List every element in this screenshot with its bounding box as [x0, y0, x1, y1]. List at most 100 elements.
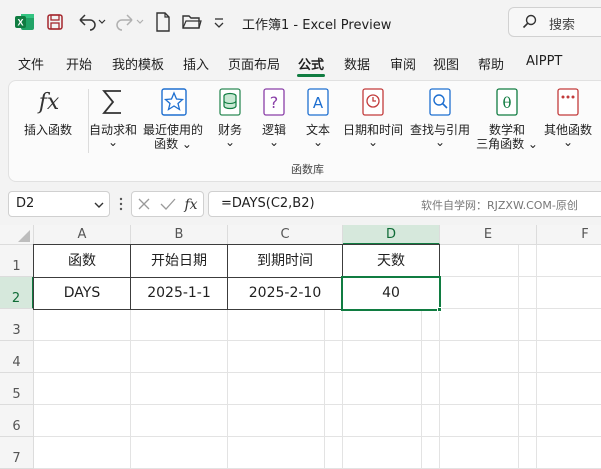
- row-header-5[interactable]: 5: [0, 373, 34, 405]
- cell-a2[interactable]: DAYS: [33, 277, 131, 310]
- column-header-a[interactable]: A: [34, 225, 131, 245]
- active-cell-selection: [341, 276, 441, 311]
- lookup-reference-dropdown: ⌄: [434, 135, 446, 149]
- row-header-1[interactable]: 1: [0, 245, 34, 277]
- tab-page-layout[interactable]: 页面布局: [228, 54, 280, 73]
- row-header-7[interactable]: 7: [0, 437, 34, 469]
- tab-help[interactable]: 帮助: [478, 54, 504, 73]
- svg-text:A: A: [313, 94, 324, 112]
- excel-window: X 工作簿1 - Excel Preview 搜索 文件 开始 我的模板 插入 …: [0, 0, 601, 469]
- cancel-icon[interactable]: [137, 197, 151, 211]
- autosum-button[interactable]: 自动求和 ⌄: [87, 81, 139, 153]
- excel-logo-icon: X: [15, 13, 35, 31]
- select-all-corner[interactable]: [0, 225, 34, 245]
- svg-text:?: ?: [270, 93, 279, 112]
- formula-buttons: fx: [131, 191, 204, 217]
- grid-line-e-f: [536, 245, 537, 469]
- chevron-down-icon[interactable]: [93, 200, 105, 210]
- insert-function-label: 插入函数: [23, 123, 72, 137]
- fx-icon: fx: [37, 90, 60, 115]
- formula-text: =DAYS(C2,B2): [221, 196, 315, 211]
- recently-used-button[interactable]: 最近使用的 函数 ⌄: [141, 81, 205, 153]
- logical-button[interactable]: ? 逻辑 ⌄: [257, 81, 291, 153]
- svg-text:θ: θ: [502, 94, 511, 112]
- tab-my-templates[interactable]: 我的模板: [112, 54, 164, 73]
- lookup-reference-button[interactable]: 查找与引用 ⌄: [409, 81, 471, 153]
- row-header-2[interactable]: 2: [0, 277, 34, 309]
- open-folder-icon[interactable]: [182, 13, 202, 31]
- text-button[interactable]: A 文本 ⌄: [301, 81, 335, 153]
- more-functions-button[interactable]: 其他函数 ⌄: [541, 81, 595, 153]
- cell-d1[interactable]: 天数: [342, 244, 440, 278]
- watermark-text: 软件自学网：RJZXW.COM-原创: [421, 199, 578, 212]
- clock-icon: [362, 88, 384, 116]
- cell-b1[interactable]: 开始日期: [130, 244, 228, 278]
- ribbon-tabs: 文件 开始 我的模板 插入 页面布局 公式 数据 审阅 视图 帮助 AIPPT: [0, 50, 601, 77]
- svg-text:fx: fx: [37, 90, 60, 115]
- column-header-f[interactable]: F: [537, 225, 601, 245]
- date-time-button[interactable]: 日期和时间 ⌄: [341, 81, 405, 153]
- search-label: 搜索: [549, 18, 576, 33]
- worksheet-grid[interactable]: A B C D E F 1 2 3 4 5 6 7 函数 开始日期 到期时间 天…: [0, 225, 601, 469]
- search-box[interactable]: 搜索: [508, 7, 601, 37]
- cell-c1[interactable]: 到期时间: [227, 244, 343, 278]
- date-time-dropdown: ⌄: [367, 135, 379, 149]
- cell-b2[interactable]: 2025-1-1: [130, 277, 228, 310]
- star-icon: [161, 88, 187, 116]
- autosum-dropdown: ⌄: [107, 135, 119, 149]
- svg-text:fx: fx: [183, 197, 197, 213]
- lookup-icon: [429, 88, 451, 116]
- row-header-4[interactable]: 4: [0, 341, 34, 373]
- fill-handle[interactable]: [437, 307, 442, 312]
- column-header-c[interactable]: C: [228, 225, 343, 245]
- more-options-icon[interactable]: [117, 196, 125, 212]
- function-library-group-label: 函数库: [291, 163, 324, 176]
- math-icon: θ: [496, 88, 518, 116]
- tab-view[interactable]: 视图: [433, 54, 459, 73]
- ribbon-function-library: fx 插入函数 自动求和 ⌄ 最近使用的 函数 ⌄ 财务 ⌄ ? 逻辑 ⌄ A …: [8, 80, 601, 182]
- row-header-6[interactable]: 6: [0, 405, 34, 437]
- name-box-value: D2: [16, 196, 35, 211]
- tab-review[interactable]: 审阅: [390, 54, 416, 73]
- cell-a1[interactable]: 函数: [33, 244, 131, 278]
- insert-function-button[interactable]: fx 插入函数: [17, 81, 79, 143]
- column-header-d[interactable]: D: [343, 225, 440, 245]
- customize-qat-icon[interactable]: [212, 14, 226, 30]
- tab-aippt[interactable]: AIPPT: [526, 54, 562, 69]
- enter-check-icon[interactable]: [160, 197, 176, 211]
- financial-button[interactable]: 财务 ⌄: [213, 81, 247, 153]
- financial-dropdown: ⌄: [224, 135, 236, 149]
- name-box[interactable]: D2: [8, 191, 110, 217]
- tab-insert[interactable]: 插入: [183, 54, 209, 73]
- tab-home[interactable]: 开始: [66, 54, 92, 73]
- finance-icon: [219, 88, 241, 116]
- new-file-icon[interactable]: [155, 12, 171, 32]
- text-dropdown: ⌄: [312, 135, 324, 149]
- title-bar: X 工作簿1 - Excel Preview 搜索: [0, 0, 601, 46]
- cell-c2[interactable]: 2025-2-10: [227, 277, 343, 310]
- search-icon: [522, 14, 538, 30]
- insert-function-fx-icon[interactable]: fx: [182, 195, 200, 213]
- save-icon[interactable]: [46, 13, 64, 31]
- text-icon: A: [307, 88, 329, 116]
- logical-dropdown: ⌄: [268, 135, 280, 149]
- more-functions-icon: [557, 88, 579, 116]
- column-header-e[interactable]: E: [440, 225, 537, 245]
- sigma-icon: [102, 90, 121, 114]
- logic-icon: ?: [263, 88, 285, 116]
- tab-file[interactable]: 文件: [18, 54, 44, 73]
- svg-text:X: X: [17, 18, 23, 28]
- formula-input[interactable]: =DAYS(C2,B2) 软件自学网：RJZXW.COM-原创: [208, 191, 601, 217]
- column-header-b[interactable]: B: [131, 225, 228, 245]
- undo-icon[interactable]: [76, 12, 106, 32]
- recently-used-label2: 函数 ⌄: [154, 137, 192, 151]
- math-trig-button[interactable]: θ 数学和 三角函数 ⌄: [475, 81, 539, 153]
- redo-icon[interactable]: [114, 12, 144, 32]
- row-header-3[interactable]: 3: [0, 309, 34, 341]
- active-tab-indicator: [297, 74, 325, 77]
- tab-data[interactable]: 数据: [344, 54, 370, 73]
- tab-formulas[interactable]: 公式: [298, 54, 324, 73]
- math-trig-label2: 三角函数 ⌄: [476, 137, 538, 151]
- more-functions-dropdown: ⌄: [562, 135, 574, 149]
- window-title: 工作簿1 - Excel Preview: [242, 18, 392, 33]
